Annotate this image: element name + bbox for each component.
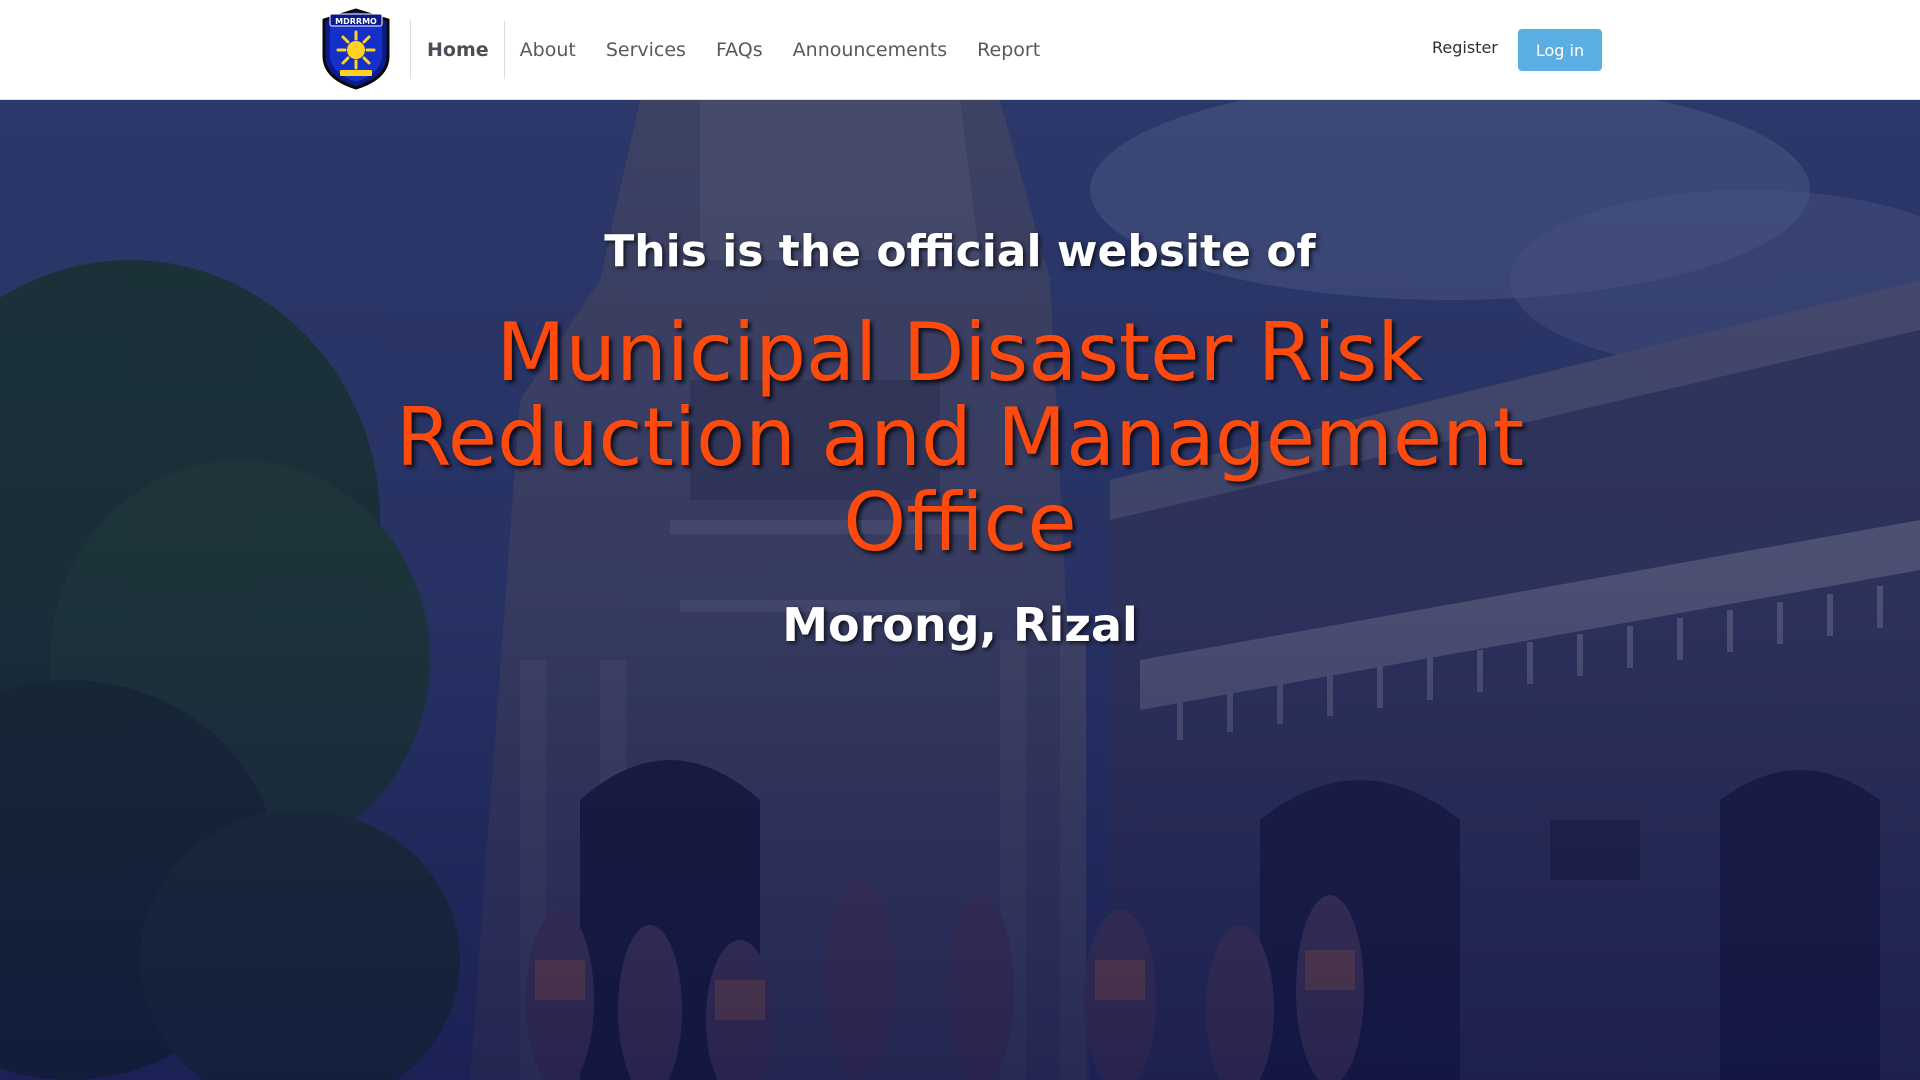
- hero-location: Morong, Rizal: [782, 598, 1138, 652]
- hero-intro-text: This is the official website of: [604, 226, 1316, 277]
- nav-announcements-link[interactable]: Announcements: [778, 39, 963, 61]
- nav-faqs-link[interactable]: FAQs: [701, 39, 778, 61]
- svg-text:MDRRMO: MDRRMO: [335, 17, 377, 26]
- register-link[interactable]: Register: [1432, 38, 1498, 57]
- primary-nav: Home About Services FAQs Announcements R…: [412, 0, 1055, 100]
- nav-services-link[interactable]: Services: [591, 39, 701, 61]
- top-navbar: MDRRMO Home About Services FAQs Announce…: [0, 0, 1920, 100]
- hero-title: Municipal Disaster Risk Reduction and Ma…: [395, 306, 1525, 569]
- nav-about-link[interactable]: About: [505, 39, 591, 61]
- hero-section: This is the official website of Municipa…: [0, 100, 1920, 1080]
- nav-divider: [410, 20, 411, 78]
- mdrrmo-seal-icon[interactable]: MDRRMO: [320, 8, 392, 90]
- nav-report-link[interactable]: Report: [962, 39, 1055, 61]
- nav-home-link[interactable]: Home: [412, 39, 504, 61]
- login-button[interactable]: Log in: [1518, 29, 1602, 71]
